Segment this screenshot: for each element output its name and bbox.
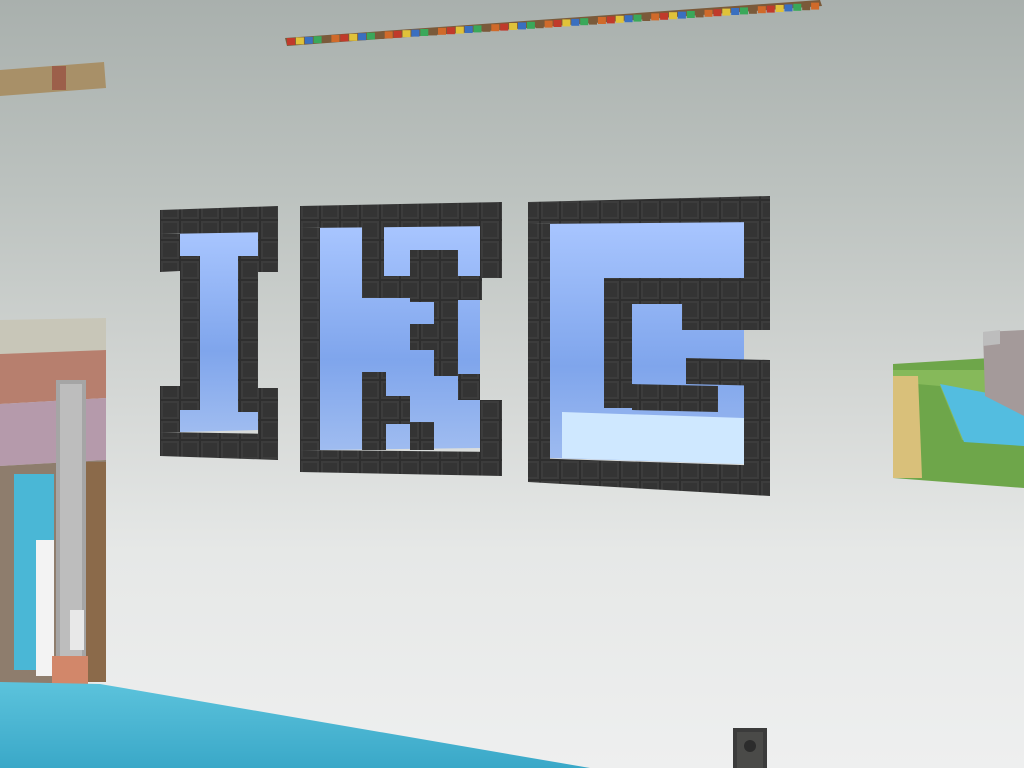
wool-cell <box>358 33 367 41</box>
wool-cell <box>544 20 553 28</box>
wool-cell <box>713 9 722 17</box>
wool-cell <box>455 26 464 34</box>
wool-cell <box>748 6 757 14</box>
left-structure <box>0 318 106 686</box>
wool-cell <box>642 14 651 21</box>
ikg-sign <box>160 196 770 496</box>
wool-cell <box>482 24 491 32</box>
wool-cell <box>491 24 500 32</box>
wool-cell <box>624 15 633 23</box>
wool-cell <box>340 34 349 42</box>
wool-cell <box>704 9 713 17</box>
distant-landscape <box>893 330 1024 488</box>
wool-cell <box>757 6 766 14</box>
wool-cell <box>384 31 393 39</box>
wool-cell <box>580 18 589 26</box>
wool-cell <box>464 26 473 33</box>
wool-cell <box>473 25 482 33</box>
wool-cell <box>589 17 597 25</box>
wool-cell <box>375 32 384 39</box>
wool-cell <box>793 3 802 11</box>
wool-cell <box>304 36 313 44</box>
wool-cell <box>571 18 580 26</box>
wool-cell <box>553 20 562 27</box>
wool-cell <box>695 10 704 18</box>
wool-cell <box>775 5 784 12</box>
wool-cell <box>633 14 642 22</box>
wool-cell <box>535 21 544 29</box>
wool-cell <box>438 27 446 35</box>
wool-cell <box>366 32 375 40</box>
wool-cell <box>615 15 624 23</box>
wool-cell <box>322 35 331 43</box>
wool-cell <box>518 22 526 30</box>
wool-cell <box>411 29 420 37</box>
wool-cell <box>562 19 571 27</box>
obsidian-block-icon <box>733 728 767 768</box>
wool-strip-icon <box>285 0 822 46</box>
wool-cell <box>402 30 411 38</box>
wool-cell <box>420 29 429 36</box>
wool-cell <box>811 2 820 10</box>
wool-cell <box>660 12 669 20</box>
wool-cell <box>393 30 402 38</box>
wool-cell <box>651 13 660 21</box>
wool-cell <box>766 5 775 13</box>
wool-cell <box>526 21 535 29</box>
wool-cell <box>500 23 509 31</box>
wool-cell <box>287 38 295 45</box>
wool-cell <box>509 23 518 30</box>
wool-cell <box>331 35 340 42</box>
wool-cell <box>677 11 686 19</box>
wool-cell <box>313 36 322 44</box>
water-surface <box>0 682 590 768</box>
wool-cell <box>597 17 606 24</box>
wool-cell <box>446 27 455 35</box>
wool-cell <box>802 3 811 11</box>
game-viewport[interactable]: IKG <box>0 0 1024 768</box>
wool-cell <box>731 8 740 15</box>
wool-cell <box>429 28 438 36</box>
world-render <box>0 0 1024 768</box>
wool-cell <box>740 7 748 15</box>
wool-cell <box>784 4 793 12</box>
wool-cell <box>686 11 695 18</box>
wool-cell <box>669 12 677 20</box>
wool-cell <box>722 8 731 16</box>
wool-cell <box>295 37 304 45</box>
wool-cell <box>349 33 358 41</box>
wool-cell <box>606 16 615 24</box>
